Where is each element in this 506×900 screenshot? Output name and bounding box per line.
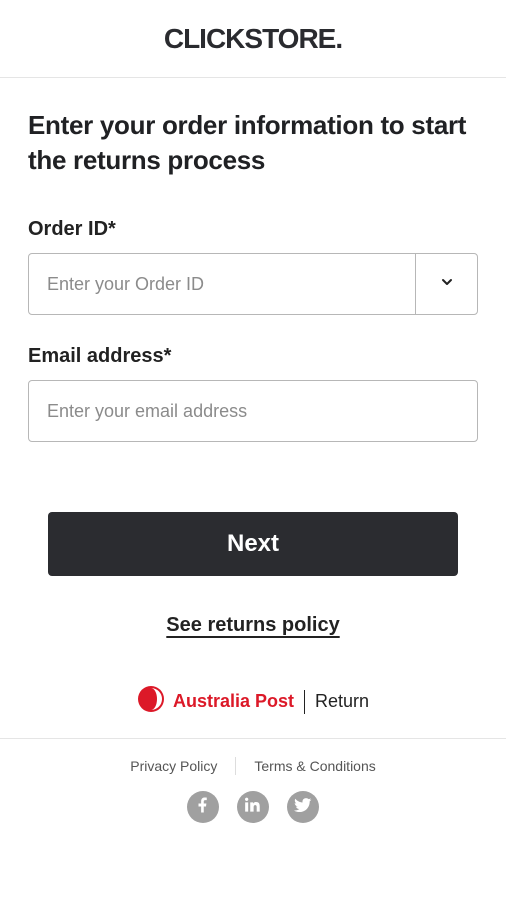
order-id-dropdown-toggle[interactable] <box>415 254 477 314</box>
email-input[interactable] <box>29 381 477 441</box>
page-title: Enter your order information to start th… <box>28 108 478 178</box>
twitter-icon <box>294 796 312 819</box>
email-field: Email address* <box>28 345 478 442</box>
privacy-policy-link[interactable]: Privacy Policy <box>130 758 217 774</box>
service-text: Return <box>315 691 369 712</box>
facebook-link[interactable] <box>187 791 219 823</box>
email-input-wrap <box>28 380 478 442</box>
footer-divider <box>235 757 236 775</box>
order-id-input-wrap <box>28 253 478 315</box>
footer-links: Privacy Policy Terms & Conditions <box>0 757 506 775</box>
returns-policy-link[interactable]: See returns policy <box>48 614 458 637</box>
footer: Privacy Policy Terms & Conditions <box>0 738 506 843</box>
brand-logo: CLICKSTORE. <box>164 23 342 55</box>
carrier-branding: Australia Post Return <box>28 685 478 738</box>
order-id-label: Order ID* <box>28 218 478 241</box>
email-label: Email address* <box>28 345 478 368</box>
main-content: Enter your order information to start th… <box>0 78 506 738</box>
chevron-down-icon <box>439 274 455 295</box>
auspost-logo-icon <box>137 685 165 718</box>
next-button[interactable]: Next <box>48 512 458 576</box>
twitter-link[interactable] <box>287 791 319 823</box>
actions: Next See returns policy <box>28 512 478 637</box>
order-id-field: Order ID* <box>28 218 478 315</box>
facebook-icon <box>194 796 212 819</box>
branding-divider <box>304 690 305 714</box>
linkedin-icon <box>245 797 261 818</box>
header: CLICKSTORE. <box>0 0 506 78</box>
terms-link[interactable]: Terms & Conditions <box>254 758 375 774</box>
auspost-text: Australia Post <box>173 691 294 712</box>
order-id-input[interactable] <box>29 254 415 314</box>
linkedin-link[interactable] <box>237 791 269 823</box>
social-links <box>0 791 506 823</box>
auspost-logo: Australia Post <box>137 685 294 718</box>
